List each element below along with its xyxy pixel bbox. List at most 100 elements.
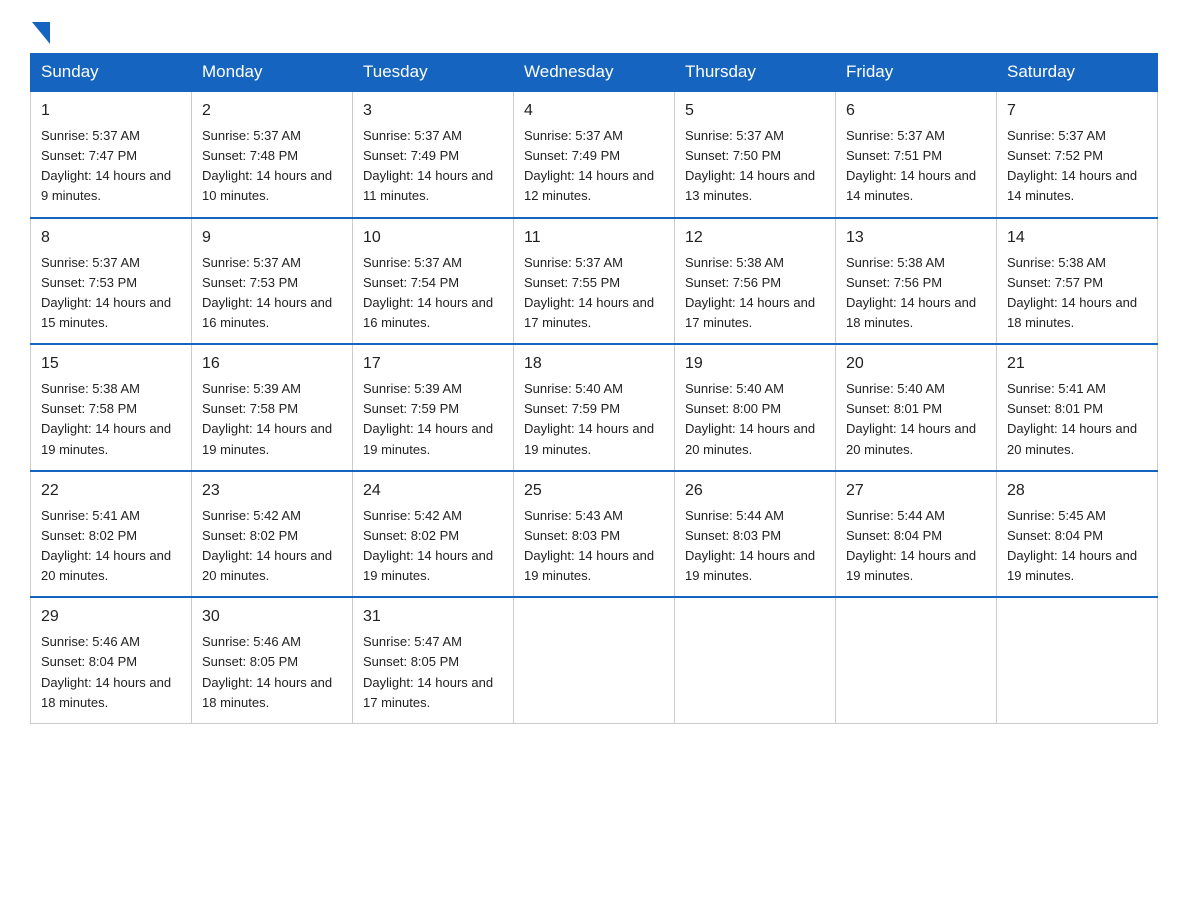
day-info: Sunrise: 5:37 AMSunset: 7:52 PMDaylight:… — [1007, 128, 1137, 203]
calendar-cell: 23 Sunrise: 5:42 AMSunset: 8:02 PMDaylig… — [192, 471, 353, 598]
day-number: 14 — [1007, 226, 1147, 250]
calendar-cell: 11 Sunrise: 5:37 AMSunset: 7:55 PMDaylig… — [514, 218, 675, 345]
calendar-cell: 31 Sunrise: 5:47 AMSunset: 8:05 PMDaylig… — [353, 597, 514, 723]
calendar-cell: 9 Sunrise: 5:37 AMSunset: 7:53 PMDayligh… — [192, 218, 353, 345]
day-number: 28 — [1007, 479, 1147, 503]
calendar-cell — [997, 597, 1158, 723]
calendar-header-wednesday: Wednesday — [514, 54, 675, 92]
calendar-cell — [675, 597, 836, 723]
calendar-cell: 21 Sunrise: 5:41 AMSunset: 8:01 PMDaylig… — [997, 344, 1158, 471]
calendar-cell: 28 Sunrise: 5:45 AMSunset: 8:04 PMDaylig… — [997, 471, 1158, 598]
day-number: 12 — [685, 226, 825, 250]
calendar-cell: 19 Sunrise: 5:40 AMSunset: 8:00 PMDaylig… — [675, 344, 836, 471]
calendar-cell: 25 Sunrise: 5:43 AMSunset: 8:03 PMDaylig… — [514, 471, 675, 598]
calendar-cell: 30 Sunrise: 5:46 AMSunset: 8:05 PMDaylig… — [192, 597, 353, 723]
calendar-cell: 26 Sunrise: 5:44 AMSunset: 8:03 PMDaylig… — [675, 471, 836, 598]
calendar-cell: 13 Sunrise: 5:38 AMSunset: 7:56 PMDaylig… — [836, 218, 997, 345]
page-header — [30, 20, 1158, 43]
calendar-header-sunday: Sunday — [31, 54, 192, 92]
calendar-week-row: 8 Sunrise: 5:37 AMSunset: 7:53 PMDayligh… — [31, 218, 1158, 345]
day-info: Sunrise: 5:39 AMSunset: 7:59 PMDaylight:… — [363, 381, 493, 456]
calendar-header-friday: Friday — [836, 54, 997, 92]
day-info: Sunrise: 5:37 AMSunset: 7:54 PMDaylight:… — [363, 255, 493, 330]
day-number: 1 — [41, 99, 181, 123]
day-number: 25 — [524, 479, 664, 503]
day-info: Sunrise: 5:46 AMSunset: 8:05 PMDaylight:… — [202, 634, 332, 709]
calendar-week-row: 15 Sunrise: 5:38 AMSunset: 7:58 PMDaylig… — [31, 344, 1158, 471]
day-number: 5 — [685, 99, 825, 123]
calendar-cell: 27 Sunrise: 5:44 AMSunset: 8:04 PMDaylig… — [836, 471, 997, 598]
day-info: Sunrise: 5:37 AMSunset: 7:47 PMDaylight:… — [41, 128, 171, 203]
day-info: Sunrise: 5:46 AMSunset: 8:04 PMDaylight:… — [41, 634, 171, 709]
calendar-header-saturday: Saturday — [997, 54, 1158, 92]
calendar-header-tuesday: Tuesday — [353, 54, 514, 92]
calendar-table: SundayMondayTuesdayWednesdayThursdayFrid… — [30, 53, 1158, 724]
calendar-header-thursday: Thursday — [675, 54, 836, 92]
calendar-cell — [514, 597, 675, 723]
day-info: Sunrise: 5:38 AMSunset: 7:57 PMDaylight:… — [1007, 255, 1137, 330]
day-number: 29 — [41, 605, 181, 629]
day-number: 16 — [202, 352, 342, 376]
day-number: 7 — [1007, 99, 1147, 123]
day-info: Sunrise: 5:38 AMSunset: 7:56 PMDaylight:… — [685, 255, 815, 330]
day-number: 26 — [685, 479, 825, 503]
day-info: Sunrise: 5:38 AMSunset: 7:56 PMDaylight:… — [846, 255, 976, 330]
day-info: Sunrise: 5:44 AMSunset: 8:04 PMDaylight:… — [846, 508, 976, 583]
calendar-cell: 3 Sunrise: 5:37 AMSunset: 7:49 PMDayligh… — [353, 91, 514, 218]
day-number: 8 — [41, 226, 181, 250]
day-info: Sunrise: 5:37 AMSunset: 7:53 PMDaylight:… — [41, 255, 171, 330]
day-number: 22 — [41, 479, 181, 503]
day-number: 6 — [846, 99, 986, 123]
day-info: Sunrise: 5:37 AMSunset: 7:55 PMDaylight:… — [524, 255, 654, 330]
day-number: 24 — [363, 479, 503, 503]
day-info: Sunrise: 5:41 AMSunset: 8:02 PMDaylight:… — [41, 508, 171, 583]
day-info: Sunrise: 5:47 AMSunset: 8:05 PMDaylight:… — [363, 634, 493, 709]
day-number: 31 — [363, 605, 503, 629]
day-info: Sunrise: 5:40 AMSunset: 8:00 PMDaylight:… — [685, 381, 815, 456]
calendar-cell: 17 Sunrise: 5:39 AMSunset: 7:59 PMDaylig… — [353, 344, 514, 471]
day-number: 4 — [524, 99, 664, 123]
day-info: Sunrise: 5:37 AMSunset: 7:49 PMDaylight:… — [524, 128, 654, 203]
day-number: 30 — [202, 605, 342, 629]
calendar-cell: 15 Sunrise: 5:38 AMSunset: 7:58 PMDaylig… — [31, 344, 192, 471]
calendar-cell: 4 Sunrise: 5:37 AMSunset: 7:49 PMDayligh… — [514, 91, 675, 218]
day-info: Sunrise: 5:37 AMSunset: 7:51 PMDaylight:… — [846, 128, 976, 203]
logo — [30, 20, 50, 43]
calendar-cell: 22 Sunrise: 5:41 AMSunset: 8:02 PMDaylig… — [31, 471, 192, 598]
day-info: Sunrise: 5:42 AMSunset: 8:02 PMDaylight:… — [363, 508, 493, 583]
day-info: Sunrise: 5:40 AMSunset: 7:59 PMDaylight:… — [524, 381, 654, 456]
calendar-cell: 20 Sunrise: 5:40 AMSunset: 8:01 PMDaylig… — [836, 344, 997, 471]
calendar-cell: 24 Sunrise: 5:42 AMSunset: 8:02 PMDaylig… — [353, 471, 514, 598]
day-info: Sunrise: 5:40 AMSunset: 8:01 PMDaylight:… — [846, 381, 976, 456]
calendar-cell: 18 Sunrise: 5:40 AMSunset: 7:59 PMDaylig… — [514, 344, 675, 471]
calendar-week-row: 22 Sunrise: 5:41 AMSunset: 8:02 PMDaylig… — [31, 471, 1158, 598]
day-info: Sunrise: 5:37 AMSunset: 7:49 PMDaylight:… — [363, 128, 493, 203]
day-info: Sunrise: 5:44 AMSunset: 8:03 PMDaylight:… — [685, 508, 815, 583]
calendar-week-row: 1 Sunrise: 5:37 AMSunset: 7:47 PMDayligh… — [31, 91, 1158, 218]
day-number: 23 — [202, 479, 342, 503]
calendar-cell: 1 Sunrise: 5:37 AMSunset: 7:47 PMDayligh… — [31, 91, 192, 218]
day-info: Sunrise: 5:43 AMSunset: 8:03 PMDaylight:… — [524, 508, 654, 583]
day-number: 3 — [363, 99, 503, 123]
calendar-cell: 29 Sunrise: 5:46 AMSunset: 8:04 PMDaylig… — [31, 597, 192, 723]
calendar-week-row: 29 Sunrise: 5:46 AMSunset: 8:04 PMDaylig… — [31, 597, 1158, 723]
calendar-cell: 8 Sunrise: 5:37 AMSunset: 7:53 PMDayligh… — [31, 218, 192, 345]
calendar-cell: 14 Sunrise: 5:38 AMSunset: 7:57 PMDaylig… — [997, 218, 1158, 345]
logo-flag-icon — [32, 22, 50, 49]
day-info: Sunrise: 5:37 AMSunset: 7:48 PMDaylight:… — [202, 128, 332, 203]
calendar-cell: 12 Sunrise: 5:38 AMSunset: 7:56 PMDaylig… — [675, 218, 836, 345]
day-number: 15 — [41, 352, 181, 376]
calendar-cell: 6 Sunrise: 5:37 AMSunset: 7:51 PMDayligh… — [836, 91, 997, 218]
calendar-cell: 5 Sunrise: 5:37 AMSunset: 7:50 PMDayligh… — [675, 91, 836, 218]
calendar-header-monday: Monday — [192, 54, 353, 92]
day-number: 17 — [363, 352, 503, 376]
day-number: 20 — [846, 352, 986, 376]
day-info: Sunrise: 5:42 AMSunset: 8:02 PMDaylight:… — [202, 508, 332, 583]
day-number: 11 — [524, 226, 664, 250]
calendar-cell — [836, 597, 997, 723]
calendar-cell: 2 Sunrise: 5:37 AMSunset: 7:48 PMDayligh… — [192, 91, 353, 218]
day-number: 9 — [202, 226, 342, 250]
calendar-cell: 10 Sunrise: 5:37 AMSunset: 7:54 PMDaylig… — [353, 218, 514, 345]
day-number: 2 — [202, 99, 342, 123]
day-info: Sunrise: 5:41 AMSunset: 8:01 PMDaylight:… — [1007, 381, 1137, 456]
